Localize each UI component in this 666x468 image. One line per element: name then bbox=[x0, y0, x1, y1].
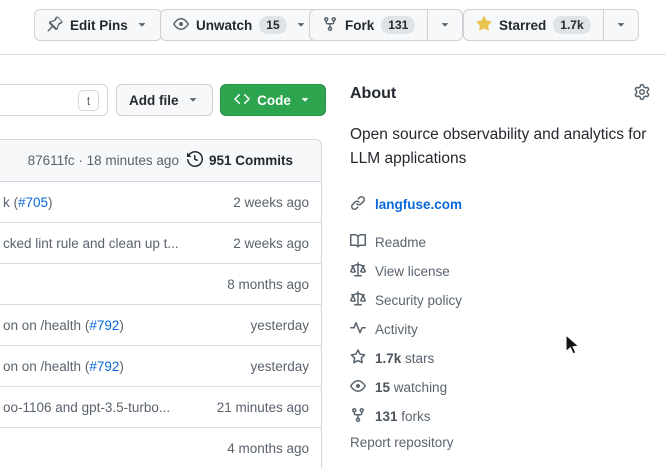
repo-action-bar: Edit Pins Unwatch 15 Fork 131 bbox=[0, 0, 666, 55]
commit-message-link[interactable]: oo-1106 and gpt-3.5-turbo... bbox=[3, 400, 170, 415]
eye-icon bbox=[350, 378, 366, 397]
readme-label: Readme bbox=[375, 235, 426, 250]
pr-number-link[interactable]: #792 bbox=[89, 359, 119, 374]
commit-message-link[interactable]: cked lint rule and clean up t... bbox=[3, 236, 179, 251]
commit-date-link[interactable]: 2 weeks ago bbox=[233, 236, 309, 251]
eye-icon bbox=[173, 16, 189, 35]
star-button-group: Starred 1.7k bbox=[463, 9, 639, 41]
commit-message-link[interactable]: k (#705) bbox=[3, 195, 53, 210]
chevron-down-icon bbox=[135, 17, 149, 34]
commit-date-link[interactable]: yesterday bbox=[250, 318, 309, 333]
edit-pins-label: Edit Pins bbox=[70, 18, 128, 33]
readme-link[interactable]: Readme bbox=[350, 228, 650, 257]
meta-separator: · bbox=[78, 153, 83, 168]
commit-date-link[interactable]: 21 minutes ago bbox=[217, 400, 309, 415]
add-file-label: Add file bbox=[129, 93, 179, 108]
stars-link[interactable]: 1.7k stars bbox=[350, 344, 650, 373]
security-policy-link[interactable]: Security policy bbox=[350, 286, 650, 315]
fork-dropdown-button[interactable] bbox=[427, 9, 463, 41]
commit-time: 18 minutes ago bbox=[87, 153, 179, 168]
chevron-down-icon bbox=[614, 17, 628, 34]
keyboard-shortcut-hint: t bbox=[78, 90, 99, 111]
activity-label: Activity bbox=[375, 322, 418, 337]
law-icon bbox=[350, 291, 366, 310]
fork-button[interactable]: Fork 131 bbox=[309, 9, 427, 41]
view-license-label: View license bbox=[375, 264, 450, 279]
repo-website-link[interactable]: langfuse.com bbox=[375, 197, 462, 212]
repo-website-row: langfuse.com bbox=[350, 195, 650, 214]
unwatch-button[interactable]: Unwatch 15 bbox=[160, 9, 321, 41]
code-label: Code bbox=[257, 93, 291, 108]
repo-description: Open source observability and analytics … bbox=[350, 123, 650, 171]
pr-number-link[interactable]: #792 bbox=[89, 318, 119, 333]
file-row: oo-1106 and gpt-3.5-turbo... 21 minutes … bbox=[0, 387, 321, 428]
watching-label: watching bbox=[394, 380, 447, 395]
fork-button-group: Fork 131 bbox=[309, 9, 463, 41]
pulse-icon bbox=[350, 320, 366, 339]
github-repo-page: Edit Pins Unwatch 15 Fork 131 bbox=[0, 0, 666, 468]
security-policy-label: Security policy bbox=[375, 293, 462, 308]
commit-date-link[interactable]: 4 months ago bbox=[227, 441, 309, 456]
starred-label: Starred bbox=[499, 18, 546, 33]
law-icon bbox=[350, 262, 366, 281]
commit-history-link[interactable]: 951 Commits bbox=[187, 151, 293, 170]
about-title: About bbox=[350, 85, 396, 103]
pr-number-link[interactable]: #705 bbox=[18, 195, 48, 210]
fork-icon bbox=[350, 407, 366, 426]
latest-commit-meta[interactable]: 87611fc · 18 minutes ago bbox=[28, 153, 179, 168]
chevron-down-icon bbox=[186, 92, 200, 109]
code-icon bbox=[234, 91, 250, 110]
commit-hash: 87611fc bbox=[28, 153, 75, 168]
file-row: 8 months ago bbox=[0, 264, 321, 305]
history-icon bbox=[187, 151, 203, 170]
forks-link[interactable]: 131 forks bbox=[350, 402, 650, 431]
stars-count-badge: 1.7k bbox=[553, 16, 590, 34]
star-filled-icon bbox=[476, 16, 492, 35]
commit-message-link[interactable]: on on /health (#792) bbox=[3, 318, 124, 333]
book-icon bbox=[350, 233, 366, 252]
file-row: cked lint rule and clean up t... 2 weeks… bbox=[0, 223, 321, 264]
file-browser-table: 87611fc · 18 minutes ago 951 Commits k (… bbox=[0, 139, 322, 468]
commit-date-link[interactable]: yesterday bbox=[250, 359, 309, 374]
forks-label: forks bbox=[401, 409, 430, 424]
commits-count-label: 951 Commits bbox=[209, 153, 293, 168]
fork-label: Fork bbox=[345, 18, 374, 33]
commit-message-link[interactable]: on on /health (#792) bbox=[3, 359, 124, 374]
forks-count-badge: 131 bbox=[381, 16, 415, 34]
gear-icon[interactable] bbox=[634, 84, 650, 103]
commit-date-link[interactable]: 2 weeks ago bbox=[233, 195, 309, 210]
add-file-button[interactable]: Add file bbox=[116, 84, 213, 116]
chevron-down-icon bbox=[294, 17, 308, 34]
go-to-file-input[interactable]: t bbox=[0, 84, 108, 116]
activity-link[interactable]: Activity bbox=[350, 315, 650, 344]
file-row: on on /health (#792) yesterday bbox=[0, 346, 321, 387]
chevron-down-icon bbox=[438, 17, 452, 34]
file-row: 4 months ago bbox=[0, 428, 321, 468]
watching-link[interactable]: 15 watching bbox=[350, 373, 650, 402]
file-row: on on /health (#792) yesterday bbox=[0, 305, 321, 346]
forks-count: 131 bbox=[375, 409, 398, 424]
watching-count: 15 bbox=[375, 380, 390, 395]
edit-pins-button[interactable]: Edit Pins bbox=[34, 9, 162, 41]
link-icon bbox=[350, 195, 366, 214]
fork-icon bbox=[322, 16, 338, 35]
about-sidebar: About Open source observability and anal… bbox=[350, 84, 650, 450]
report-repository-link[interactable]: Report repository bbox=[350, 435, 650, 450]
stars-label: stars bbox=[405, 351, 434, 366]
file-row: k (#705) 2 weeks ago bbox=[0, 182, 321, 223]
unwatch-label: Unwatch bbox=[196, 18, 252, 33]
latest-commit-bar: 87611fc · 18 minutes ago 951 Commits bbox=[0, 140, 321, 182]
pin-icon bbox=[47, 16, 63, 35]
watchers-count-badge: 15 bbox=[259, 16, 286, 34]
commit-date-link[interactable]: 8 months ago bbox=[227, 277, 309, 292]
star-dropdown-button[interactable] bbox=[603, 9, 639, 41]
code-button[interactable]: Code bbox=[220, 84, 326, 116]
chevron-down-icon bbox=[298, 92, 312, 109]
star-icon bbox=[350, 349, 366, 368]
starred-button[interactable]: Starred 1.7k bbox=[463, 9, 603, 41]
about-links-list: Readme View license Security policy Acti… bbox=[350, 228, 650, 431]
stars-count: 1.7k bbox=[375, 351, 401, 366]
view-license-link[interactable]: View license bbox=[350, 257, 650, 286]
